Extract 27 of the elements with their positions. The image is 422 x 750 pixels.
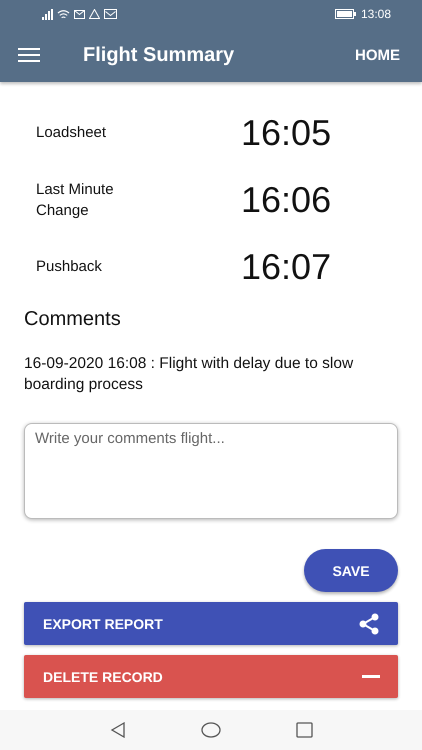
- home-icon[interactable]: [200, 722, 220, 738]
- battery-icon: [334, 9, 357, 19]
- mail-icon: [74, 10, 85, 18]
- comment-text: 16-09-2020 16:08 : Flight with delay due to slow boarding process: [24, 354, 354, 395]
- time-value: 16:06: [241, 178, 332, 220]
- comments-heading: Comments: [24, 308, 122, 331]
- recents-icon[interactable]: [296, 722, 312, 738]
- time-label: Loadsheet: [36, 123, 108, 143]
- mail-icon: [104, 9, 117, 19]
- wifi-icon: [57, 9, 70, 19]
- minus-icon: [362, 675, 380, 678]
- status-time: 13:08: [360, 7, 391, 21]
- screen-title: Flight Summary: [83, 44, 236, 66]
- export-report-button[interactable]: EXPORT REPORT: [24, 602, 398, 645]
- share-icon: [358, 612, 380, 634]
- time-label: Pushback: [36, 257, 103, 277]
- warning-icon: [89, 9, 100, 19]
- time-value: 16:05: [241, 112, 332, 154]
- menu-icon[interactable]: [18, 48, 40, 62]
- save-button[interactable]: SAVE: [304, 549, 398, 592]
- time-value: 16:07: [241, 246, 332, 288]
- comment-field[interactable]: Write your comments flight...: [24, 423, 398, 519]
- home-button[interactable]: HOME: [351, 46, 404, 64]
- delete-record-button[interactable]: DELETE RECORD: [24, 655, 398, 698]
- signal-icon: [42, 8, 53, 20]
- back-icon[interactable]: [110, 722, 126, 738]
- time-label: Last Minute Change: [36, 180, 115, 220]
